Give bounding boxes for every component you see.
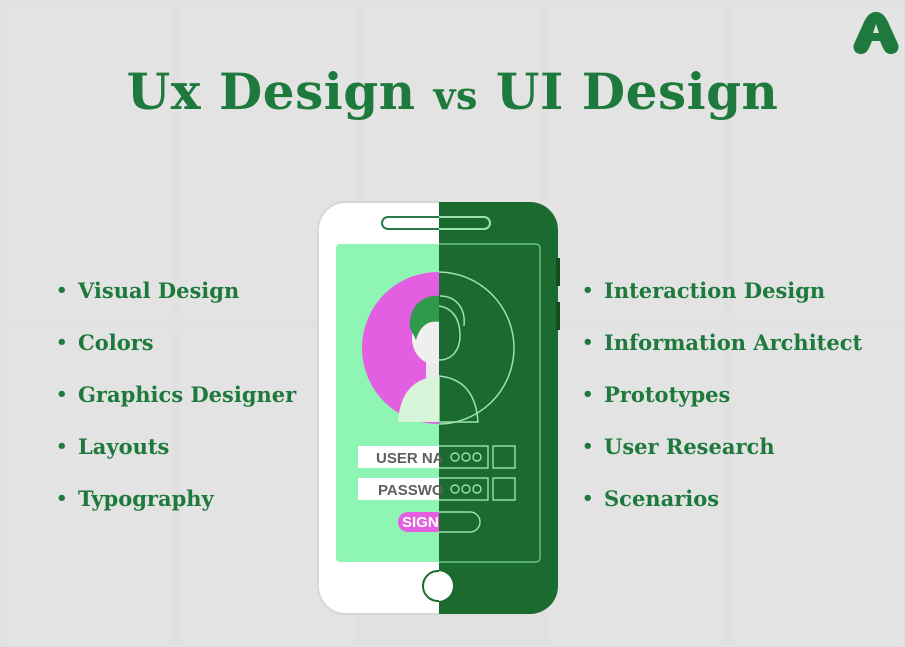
- bullet-icon: •: [582, 488, 594, 509]
- bullet-icon: •: [56, 488, 68, 509]
- list-item-label: Interaction Design: [604, 278, 826, 303]
- bullet-icon: •: [56, 280, 68, 301]
- list-item: • Visual Design: [56, 276, 296, 328]
- list-item-label: Colors: [78, 330, 154, 355]
- bullet-icon: •: [582, 384, 594, 405]
- title-vs: vs: [433, 73, 478, 118]
- bullet-icon: •: [582, 280, 594, 301]
- list-item-label: Layouts: [78, 434, 170, 459]
- list-item-label: Typography: [78, 486, 214, 511]
- ui-topics-list: • Interaction Design • Information Archite…: [582, 276, 862, 536]
- brand-logo-icon: [853, 12, 899, 54]
- bullet-icon: •: [582, 332, 594, 353]
- list-item: • User Research: [582, 432, 862, 484]
- list-item: • Graphics Designer: [56, 380, 296, 432]
- list-item-label: Information Architect: [604, 330, 863, 355]
- page-title: Ux Design vs UI Design: [0, 62, 905, 121]
- list-item-label: Visual Design: [78, 278, 240, 303]
- ux-topics-list: • Visual Design • Colors • Graphics Designe…: [56, 276, 296, 536]
- list-item-label: Graphics Designer: [78, 382, 297, 407]
- bullet-icon: •: [56, 436, 68, 457]
- list-item: • Typography: [56, 484, 296, 536]
- list-item-label: Prototypes: [604, 382, 731, 407]
- phone-illustration: USER NA PASSWO SIGN: [317, 201, 560, 615]
- password-label: PASSWO: [378, 482, 444, 499]
- sign-in-label: SIGN: [402, 514, 439, 531]
- list-item-label: Scenarios: [604, 486, 720, 511]
- list-item-label: User Research: [604, 434, 775, 459]
- list-item: • Scenarios: [582, 484, 862, 536]
- title-ux: Ux Design: [126, 62, 416, 121]
- list-item: • Interaction Design: [582, 276, 862, 328]
- title-ui: UI Design: [495, 62, 779, 121]
- bullet-icon: •: [582, 436, 594, 457]
- home-button-icon[interactable]: [422, 570, 453, 602]
- bullet-icon: •: [56, 384, 68, 405]
- list-item: • Prototypes: [582, 380, 862, 432]
- username-label: USER NA: [376, 450, 444, 467]
- list-item: • Information Architect: [582, 328, 862, 380]
- list-item: • Colors: [56, 328, 296, 380]
- list-item: • Layouts: [56, 432, 296, 484]
- bullet-icon: •: [56, 332, 68, 353]
